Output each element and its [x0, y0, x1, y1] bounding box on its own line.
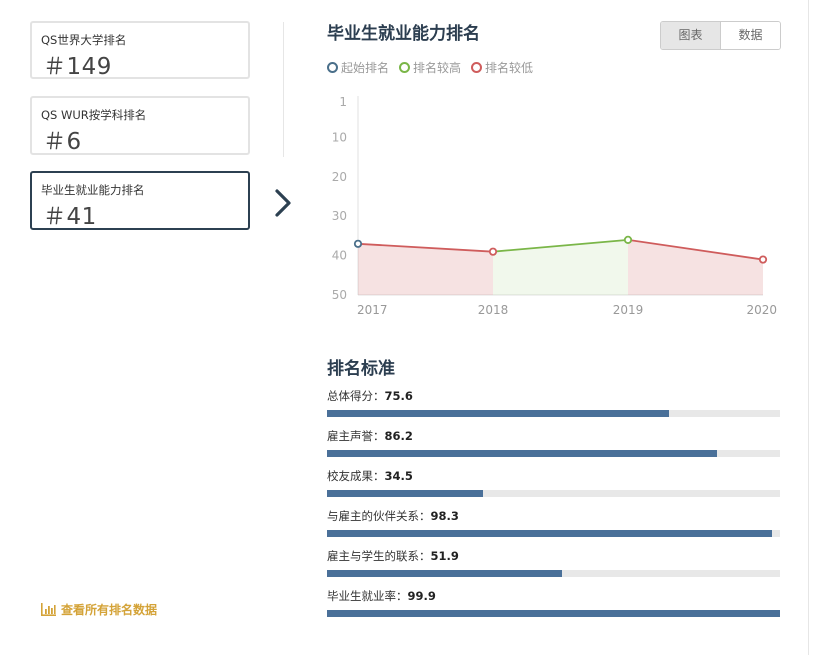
criterion-score: 98.3: [430, 509, 459, 523]
criterion-label: 总体得分：75.6: [327, 388, 780, 404]
ranking-line-chart: 1 10 20 30 40 50 2017 2018 2019 2020: [332, 95, 777, 317]
legend-dot-icon: [399, 62, 411, 73]
criterion-name: 与雇主的伙伴关系：: [327, 509, 431, 523]
criterion-bar-fill: [327, 410, 670, 417]
y-tick-label: 10: [332, 130, 347, 144]
y-tick-label: 1: [339, 95, 347, 109]
chart-legend: 起始排名 排名较高 排名较低: [327, 59, 533, 76]
criterion-name: 校友成果：: [327, 469, 385, 483]
criterion-bar-fill: [327, 450, 718, 457]
left-divider: [283, 22, 284, 157]
criterion-name: 总体得分：: [327, 389, 385, 403]
right-border: [808, 0, 809, 655]
criterion-bar-track: [327, 490, 780, 497]
criterion-label: 雇主与学生的联系：51.9: [327, 548, 780, 564]
criterion-name: 毕业生就业率：: [327, 589, 408, 603]
legend-label: 起始排名: [341, 61, 390, 75]
criterion-bar-fill: [327, 610, 780, 617]
criterion-score: 75.6: [384, 389, 413, 403]
legend-item-lower[interactable]: 排名较低: [471, 59, 533, 76]
area-segment: [493, 239, 628, 295]
area-segment: [358, 243, 493, 295]
criterion-score: 99.9: [407, 589, 436, 603]
chart-view-button[interactable]: 图表: [661, 22, 721, 49]
criterion-row: 雇主声誉：86.2: [327, 428, 780, 457]
criterion-bar-fill: [327, 570, 563, 577]
card-value: ＃41: [43, 204, 97, 230]
data-point: [623, 235, 633, 244]
legend-label: 排名较低: [485, 61, 534, 75]
ranking-card-qs-subject[interactable]: QS WUR按学科排名 ＃6: [30, 96, 250, 155]
criterion-bar-track: [327, 530, 780, 537]
x-tick-label: 2017: [357, 303, 388, 317]
criterion-bar-track: [327, 450, 780, 457]
legend-label: 排名较高: [413, 61, 462, 75]
x-tick-label: 2019: [613, 303, 644, 317]
criterion-row: 毕业生就业率：99.9: [327, 588, 780, 617]
legend-dot-icon: [327, 62, 338, 73]
y-tick-label: 50: [332, 288, 347, 302]
criteria-title: 排名标准: [327, 359, 395, 379]
ranking-card-qs-world[interactable]: QS世界大学排名 ＃149: [30, 21, 250, 80]
criterion-label: 校友成果：34.5: [327, 468, 780, 484]
card-value: ＃149: [43, 54, 112, 80]
criterion-bar-track: [327, 570, 780, 577]
data-point: [488, 247, 498, 256]
y-tick-label: 20: [332, 170, 347, 184]
criterion-label: 毕业生就业率：99.9: [327, 588, 780, 604]
criterion-label: 与雇主的伙伴关系：98.3: [327, 508, 780, 524]
data-point: [758, 255, 768, 264]
view-all-label: 查看所有排名数据: [61, 603, 158, 617]
section-title: 毕业生就业能力排名: [327, 24, 480, 44]
criterion-score: 51.9: [430, 549, 459, 563]
x-tick-label: 2020: [746, 303, 777, 317]
legend-item-higher[interactable]: 排名较高: [399, 59, 461, 76]
legend-dot-icon: [471, 62, 483, 73]
card-label: QS WUR按学科排名: [41, 108, 147, 122]
data-point: [353, 239, 363, 248]
card-label: QS世界大学排名: [41, 33, 127, 47]
criterion-bar-track: [327, 410, 780, 417]
view-toggle: 图表 数据: [660, 21, 781, 50]
criterion-score: 86.2: [384, 429, 413, 443]
bar-chart-icon: [41, 603, 56, 616]
criterion-name: 雇主与学生的联系：: [327, 549, 431, 563]
criterion-bar-track: [327, 610, 780, 617]
chevron-right-icon[interactable]: [270, 187, 298, 219]
view-all-rankings-link[interactable]: 查看所有排名数据: [40, 601, 157, 618]
criterion-name: 雇主声誉：: [327, 429, 385, 443]
card-value: ＃6: [43, 129, 82, 155]
card-label: 毕业生就业能力排名: [41, 183, 145, 197]
criterion-bar-fill: [327, 530, 773, 537]
y-tick-label: 30: [332, 209, 347, 223]
criterion-row: 雇主与学生的联系：51.9: [327, 548, 780, 577]
legend-item-start[interactable]: 起始排名: [327, 59, 389, 76]
criterion-row: 总体得分：75.6: [327, 388, 780, 417]
criterion-row: 校友成果：34.5: [327, 468, 780, 497]
criterion-label: 雇主声誉：86.2: [327, 428, 780, 444]
area-segment: [628, 239, 763, 295]
criterion-row: 与雇主的伙伴关系：98.3: [327, 508, 780, 537]
x-tick-label: 2018: [478, 303, 509, 317]
data-view-button[interactable]: 数据: [721, 22, 780, 49]
ranking-card-employability[interactable]: 毕业生就业能力排名 ＃41: [30, 171, 250, 230]
criterion-score: 34.5: [384, 469, 413, 483]
criterion-bar-fill: [327, 490, 484, 497]
y-tick-label: 40: [332, 249, 347, 263]
